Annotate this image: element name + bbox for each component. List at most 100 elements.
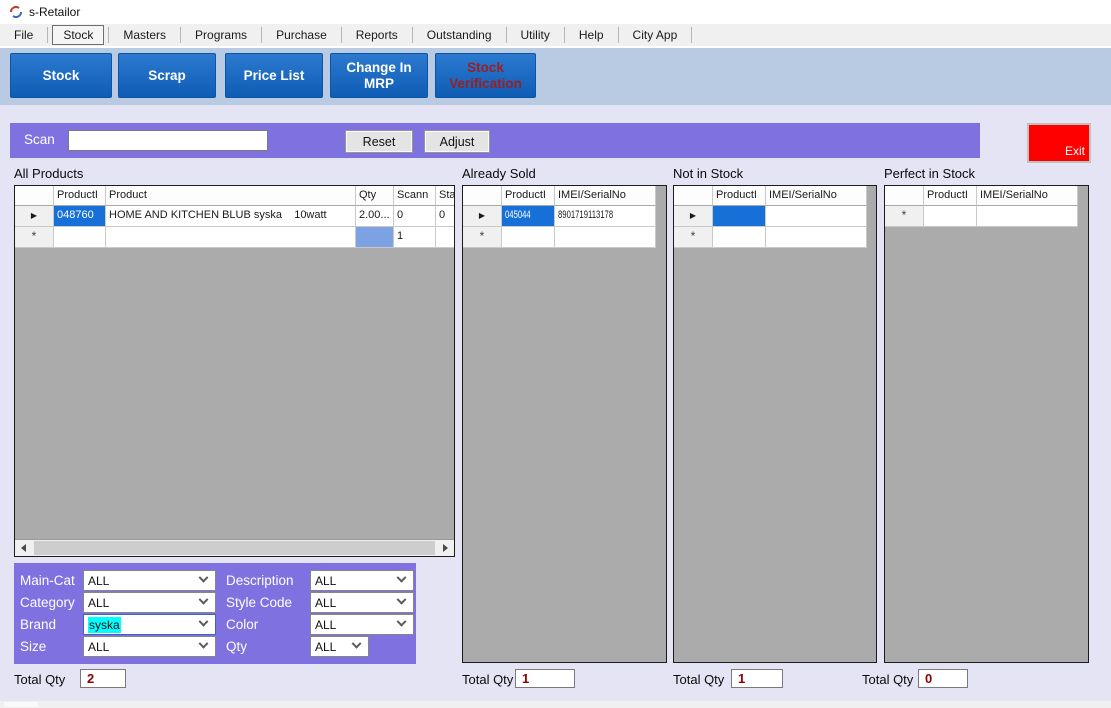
menu-item-reports[interactable]: Reports xyxy=(342,24,412,46)
cell-imei[interactable] xyxy=(977,206,1078,227)
price-list-button[interactable]: Price List xyxy=(225,53,323,98)
style-code-select[interactable]: ALL xyxy=(310,592,414,613)
already-sold-title: Already Sold xyxy=(462,166,536,181)
new-row-icon: * xyxy=(480,229,485,243)
column-header-productid[interactable]: ProductI xyxy=(924,186,977,206)
scrollbar-track[interactable] xyxy=(32,540,437,556)
cell-product[interactable]: HOME AND KITCHEN BLUB syska 10watt xyxy=(106,206,356,227)
cell-product-id[interactable]: 045044 xyxy=(502,206,555,227)
change-in-mrp-button[interactable]: Change In MRP xyxy=(330,53,428,98)
scan-bar: Scan Reset Adjust xyxy=(10,123,980,158)
exit-button[interactable]: Exit xyxy=(1027,123,1091,163)
description-select[interactable]: ALL xyxy=(310,570,414,591)
all-products-grid: ProductI Product Qty Scann Sta ▶ 048760 … xyxy=(14,185,455,557)
column-header-imei[interactable]: IMEI/SerialNo xyxy=(977,186,1078,206)
new-row-indicator[interactable]: * xyxy=(674,227,713,248)
cell-imei[interactable] xyxy=(766,227,867,248)
menu-item-city-app[interactable]: City App xyxy=(619,24,692,46)
brand-select[interactable]: syska xyxy=(83,614,216,635)
menu-item-programs[interactable]: Programs xyxy=(181,24,261,46)
cell-status[interactable]: 0 xyxy=(436,206,454,227)
column-header-productid[interactable]: ProductI xyxy=(502,186,555,206)
category-select[interactable]: ALL xyxy=(83,592,216,613)
size-select[interactable]: ALL xyxy=(83,636,216,657)
chevron-down-icon xyxy=(397,617,407,627)
category-label: Category xyxy=(20,595,75,610)
column-header-imei[interactable]: IMEI/SerialNo xyxy=(766,186,867,206)
new-row-indicator[interactable]: * xyxy=(463,227,502,248)
current-row-indicator[interactable]: ▶ xyxy=(463,206,502,227)
scrollbar-thumb[interactable] xyxy=(34,541,435,555)
cell-product-id[interactable]: 048760 xyxy=(54,206,106,227)
qty-select[interactable]: ALL xyxy=(310,636,369,657)
main-cat-label: Main-Cat xyxy=(20,573,75,588)
column-header-status[interactable]: Sta xyxy=(436,186,454,206)
row-selector-header[interactable] xyxy=(463,186,502,206)
scrap-button[interactable]: Scrap xyxy=(118,53,216,98)
menu-item-stock[interactable]: Stock xyxy=(52,25,104,45)
column-header-qty[interactable]: Qty xyxy=(356,186,394,206)
menu-item-outstanding[interactable]: Outstanding xyxy=(413,24,506,46)
column-header-product[interactable]: Product xyxy=(106,186,356,206)
stock-button[interactable]: Stock xyxy=(10,53,112,98)
cell-imei[interactable]: 8901719113178 xyxy=(555,206,656,227)
horizontal-scrollbar[interactable] xyxy=(15,539,454,556)
reset-button[interactable]: Reset xyxy=(345,130,413,153)
perfect-in-stock-grid: ProductI IMEI/SerialNo * xyxy=(884,185,1089,663)
color-label: Color xyxy=(226,617,258,632)
color-select[interactable]: ALL xyxy=(310,614,414,635)
main-cat-select[interactable]: ALL xyxy=(83,570,216,591)
menu-item-masters[interactable]: Masters xyxy=(109,24,180,46)
new-row-icon: * xyxy=(32,229,37,243)
perfect-in-stock-header-row: ProductI IMEI/SerialNo xyxy=(885,186,1088,206)
scroll-left-arrow-icon[interactable] xyxy=(15,540,32,556)
new-row-indicator[interactable]: * xyxy=(15,227,54,248)
column-header-productid[interactable]: ProductI xyxy=(713,186,766,206)
menu-item-purchase[interactable]: Purchase xyxy=(262,24,341,46)
cell-qty[interactable]: 2.00... xyxy=(356,206,394,227)
menu-item-utility[interactable]: Utility xyxy=(507,24,564,46)
cell-product-id[interactable] xyxy=(502,227,555,248)
cell-imei[interactable] xyxy=(766,206,867,227)
column-header-imei[interactable]: IMEI/SerialNo xyxy=(555,186,656,206)
column-header-scanned[interactable]: Scann xyxy=(394,186,436,206)
scan-input[interactable] xyxy=(68,130,268,151)
cell-product-id[interactable] xyxy=(924,206,977,227)
stock-verification-button[interactable]: Stock Verification xyxy=(435,53,536,98)
column-header-productid[interactable]: ProductI xyxy=(54,186,106,206)
current-row-indicator[interactable]: ▶ xyxy=(15,206,54,227)
row-selector-header[interactable] xyxy=(674,186,713,206)
adjust-button[interactable]: Adjust xyxy=(424,130,490,153)
cell-status[interactable] xyxy=(436,227,454,248)
row-selector-header[interactable] xyxy=(15,186,54,206)
app-icon xyxy=(9,5,23,19)
current-row-indicator[interactable]: ▶ xyxy=(674,206,713,227)
new-row-icon: * xyxy=(902,208,907,222)
menu-item-help[interactable]: Help xyxy=(565,24,618,46)
cell-scanned[interactable]: 1 xyxy=(394,227,436,248)
row-selector-header[interactable] xyxy=(885,186,924,206)
cell-product-id[interactable] xyxy=(713,206,766,227)
new-row: * xyxy=(463,227,666,248)
chevron-down-icon xyxy=(199,639,209,649)
new-row-indicator[interactable]: * xyxy=(885,206,924,227)
cell-qty-current[interactable] xyxy=(356,227,394,248)
cell-product[interactable] xyxy=(106,227,356,248)
menu-item-file[interactable]: File xyxy=(0,24,47,46)
grid-empty-area xyxy=(885,227,1088,662)
already-sold-total-qty-value: 1 xyxy=(515,669,575,688)
scroll-right-arrow-icon[interactable] xyxy=(437,540,454,556)
bottom-chip xyxy=(4,702,38,707)
cell-product-id[interactable] xyxy=(54,227,106,248)
cell-scanned[interactable]: 0 xyxy=(394,206,436,227)
cell-imei[interactable] xyxy=(555,227,656,248)
grid-empty-area xyxy=(867,206,876,227)
grid-empty-area xyxy=(674,248,876,662)
grid-empty-area xyxy=(463,248,666,662)
cell-product-id[interactable] xyxy=(713,227,766,248)
window-title: s-Retailor xyxy=(29,5,80,19)
brand-label: Brand xyxy=(20,617,56,632)
table-row: ▶ 045044 8901719113178 xyxy=(463,206,666,227)
current-row-icon: ▶ xyxy=(690,211,696,220)
new-row: * xyxy=(885,206,1088,227)
